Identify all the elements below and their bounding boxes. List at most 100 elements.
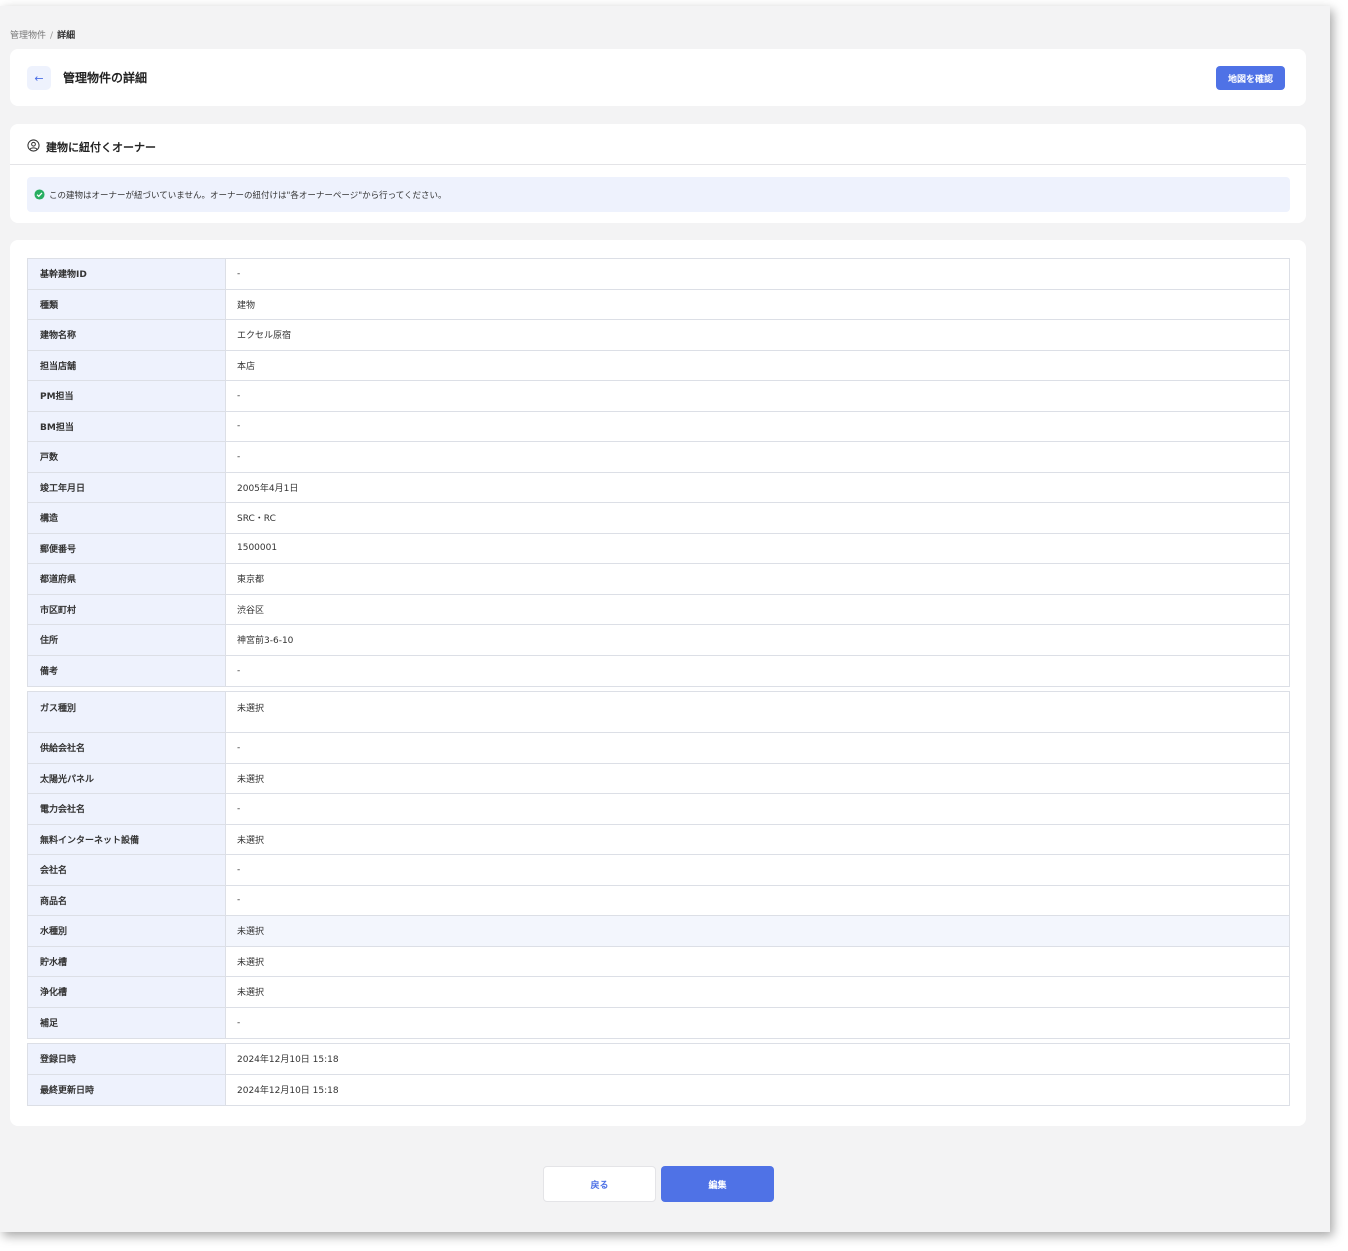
building-details-card: 基幹建物ID - 種類 建物 建物名称 エクセル原宿 担当店舗 本店 PM担当 - BM担… bbox=[10, 240, 1306, 1126]
owner-info-text: この建物はオーナーが紐づいていません。オーナーの紐付けは"各オーナーページ"から… bbox=[49, 191, 447, 201]
row-label: 電力会社名 bbox=[28, 794, 226, 824]
row-value: 建物 bbox=[237, 300, 256, 311]
table-row: 会社名 - bbox=[28, 855, 1289, 886]
row-value: - bbox=[237, 864, 241, 875]
breadcrumb: 管理物件 / 詳細 bbox=[10, 28, 75, 41]
table-row: 備考 - bbox=[28, 655, 1289, 686]
table-row: 水種別 未選択 bbox=[28, 916, 1289, 947]
row-label: 無料インターネット設備 bbox=[28, 824, 226, 854]
row-value: エクセル原宿 bbox=[237, 331, 292, 342]
row-value: - bbox=[237, 895, 241, 906]
row-label: 建物名称 bbox=[28, 320, 226, 350]
page-title: 管理物件の詳細 bbox=[63, 71, 148, 85]
row-label: 竣工年月日 bbox=[28, 472, 226, 502]
row-value: 1500001 bbox=[237, 543, 278, 554]
row-label: 担当店舗 bbox=[28, 350, 226, 380]
table-row: 補足 - bbox=[28, 1007, 1289, 1038]
row-label: 基幹建物ID bbox=[28, 259, 226, 289]
row-label: PM担当 bbox=[28, 381, 226, 411]
row-value: 東京都 bbox=[237, 575, 265, 586]
table-row: 都道府県 東京都 bbox=[28, 564, 1289, 595]
table-row: 担当店舗 本店 bbox=[28, 350, 1289, 381]
row-value: - bbox=[237, 1017, 241, 1028]
row-label: 会社名 bbox=[28, 855, 226, 885]
edit-button[interactable]: 編集 bbox=[661, 1166, 774, 1202]
table-row: 竣工年月日 2005年4月1日 bbox=[28, 472, 1289, 503]
row-value: 2005年4月1日 bbox=[237, 483, 299, 494]
table-row: 戸数 - bbox=[28, 442, 1289, 473]
table-row: 電力会社名 - bbox=[28, 794, 1289, 825]
building-info-table: 基幹建物ID - 種類 建物 建物名称 エクセル原宿 担当店舗 本店 PM担当 - BM担… bbox=[27, 258, 1290, 687]
table-row: 登録日時 2024年12月10日 15:18 bbox=[28, 1044, 1289, 1075]
row-value: 未選択 bbox=[226, 916, 1289, 946]
row-label: 戸数 bbox=[28, 442, 226, 472]
row-value: 未選択 bbox=[237, 774, 265, 785]
breadcrumb-parent[interactable]: 管理物件 bbox=[10, 31, 46, 41]
owner-section: 建物に紐付くオーナー この建物はオーナーが紐づいていません。オーナーの紐付けは"… bbox=[10, 124, 1306, 223]
arrow-left-icon: ← bbox=[34, 71, 44, 85]
row-value: - bbox=[237, 390, 241, 401]
row-label: 登録日時 bbox=[28, 1044, 226, 1074]
row-value: 渋谷区 bbox=[237, 605, 265, 616]
breadcrumb-current: 詳細 bbox=[57, 31, 76, 41]
row-value: - bbox=[237, 421, 241, 432]
row-label: 商品名 bbox=[28, 885, 226, 915]
table-row: 住所 神宮前3-6-10 bbox=[28, 625, 1289, 656]
row-value: 神宮前3-6-10 bbox=[237, 636, 294, 647]
check-circle-icon bbox=[34, 189, 45, 200]
back-button[interactable]: 戻る bbox=[543, 1166, 656, 1202]
row-label: 太陽光パネル bbox=[28, 763, 226, 793]
owner-section-header: 建物に紐付くオーナー bbox=[10, 124, 1306, 165]
owner-info-alert: この建物はオーナーが紐づいていません。オーナーの紐付けは"各オーナーページ"から… bbox=[27, 177, 1290, 212]
row-label: 市区町村 bbox=[28, 594, 226, 624]
row-value: 2024年12月10日 15:18 bbox=[237, 1086, 339, 1097]
row-value: 未選択 bbox=[237, 957, 265, 968]
row-value: 未選択 bbox=[237, 704, 265, 714]
table-row: 郵便番号 1500001 bbox=[28, 533, 1289, 564]
row-label: 貯水槽 bbox=[28, 946, 226, 976]
table-row: ガス種別 未選択 bbox=[28, 692, 1289, 733]
table-row: 基幹建物ID - bbox=[28, 259, 1289, 290]
table-row: 建物名称 エクセル原宿 bbox=[28, 320, 1289, 351]
row-label: 住所 bbox=[28, 625, 226, 655]
table-row: 供給会社名 - bbox=[28, 733, 1289, 764]
row-value: 未選択 bbox=[237, 835, 265, 846]
row-label: 補足 bbox=[28, 1007, 226, 1038]
page-header-card: ← 管理物件の詳細 地図を確認 bbox=[10, 49, 1306, 106]
table-row: BM担当 - bbox=[28, 411, 1289, 442]
row-value: SRC・RC bbox=[237, 514, 276, 525]
row-label: ガス種別 bbox=[28, 692, 226, 732]
view-map-button[interactable]: 地図を確認 bbox=[1216, 66, 1285, 90]
row-label: 備考 bbox=[28, 655, 226, 686]
breadcrumb-separator: / bbox=[50, 31, 54, 41]
table-row: 種類 建物 bbox=[28, 289, 1289, 320]
table-row: 貯水槽 未選択 bbox=[28, 946, 1289, 977]
row-value: - bbox=[237, 803, 241, 814]
table-row: 市区町村 渋谷区 bbox=[28, 594, 1289, 625]
back-arrow-button[interactable]: ← bbox=[27, 66, 51, 90]
table-row: 最終更新日時 2024年12月10日 15:18 bbox=[28, 1074, 1289, 1105]
row-label: BM担当 bbox=[28, 411, 226, 441]
table-row: 浄化槽 未選択 bbox=[28, 977, 1289, 1008]
table-row: 構造 SRC・RC bbox=[28, 503, 1289, 534]
owner-section-title: 建物に紐付くオーナー bbox=[46, 141, 156, 154]
app-frame: 管理物件 / 詳細 ← 管理物件の詳細 地図を確認 建物に紐付くオーナー この建物は… bbox=[0, 6, 1330, 1232]
row-label: 種類 bbox=[28, 289, 226, 319]
row-label: 水種別 bbox=[28, 916, 226, 946]
table-row: 商品名 - bbox=[28, 885, 1289, 916]
row-value: - bbox=[237, 451, 241, 462]
record-info-table: 登録日時 2024年12月10日 15:18 最終更新日時 2024年12月10日 … bbox=[27, 1043, 1290, 1106]
row-label: 供給会社名 bbox=[28, 733, 226, 763]
row-label: 最終更新日時 bbox=[28, 1074, 226, 1105]
row-value: - bbox=[237, 742, 241, 753]
row-label: 構造 bbox=[28, 503, 226, 533]
table-row: PM担当 - bbox=[28, 381, 1289, 412]
row-value: - bbox=[237, 665, 241, 676]
row-label: 郵便番号 bbox=[28, 533, 226, 563]
table-row: 太陽光パネル 未選択 bbox=[28, 763, 1289, 794]
row-value: 未選択 bbox=[237, 988, 265, 999]
user-circle-icon bbox=[27, 139, 40, 152]
row-value: - bbox=[237, 268, 241, 279]
row-label: 都道府県 bbox=[28, 564, 226, 594]
table-row: 無料インターネット設備 未選択 bbox=[28, 824, 1289, 855]
